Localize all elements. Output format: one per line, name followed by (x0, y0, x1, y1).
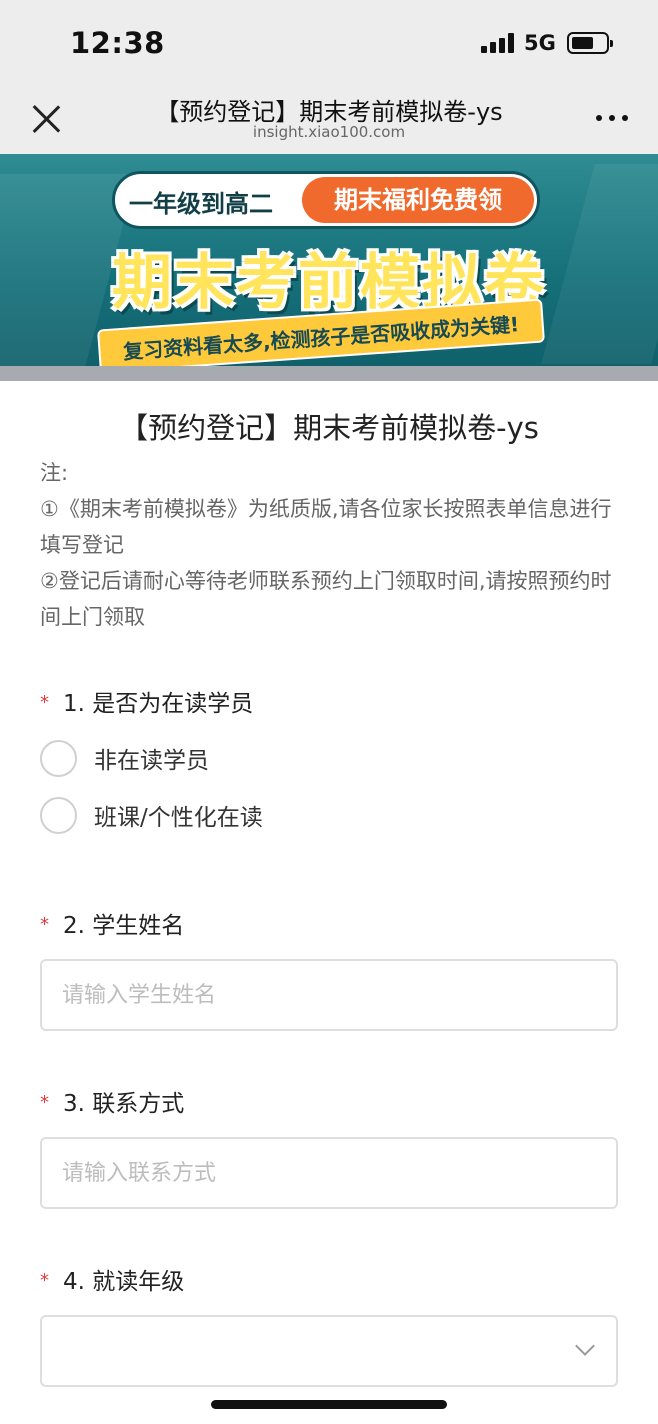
contact-input[interactable] (40, 1137, 618, 1209)
required-mark: * (40, 1092, 49, 1113)
nav-bar: 【预约登记】期末考前模拟卷-ys insight.xiao100.com (0, 88, 658, 154)
radio-option[interactable]: 非在读学员 (40, 739, 209, 777)
required-mark: * (40, 1270, 49, 1291)
question-label: * 3. 联系方式 (40, 1084, 184, 1118)
question-label: * 4. 就读年级 (40, 1262, 184, 1296)
note-line: ①《期末考前模拟卷》为纸质版,请各位家长按照表单信息进行填写登记 (40, 497, 612, 557)
radio-label: 非在读学员 (94, 748, 209, 774)
radio-label: 班课/个性化在读 (94, 805, 263, 831)
form-note: 注: ①《期末考前模拟卷》为纸质版,请各位家长按照表单信息进行填写登记 ②登记后… (40, 455, 620, 635)
more-icon[interactable] (596, 113, 630, 123)
nav-url: insight.xiao100.com (252, 123, 406, 141)
network-type: 5G (524, 31, 556, 55)
banner-pill-left: 一年级到高二 (129, 190, 273, 218)
question-label: * 1. 是否为在读学员 (40, 684, 253, 718)
radio-option[interactable]: 班课/个性化在读 (40, 796, 263, 834)
battery-icon (567, 32, 613, 54)
battery-level (572, 37, 593, 49)
banner-pill-right: 期末福利免费领 (302, 177, 534, 223)
chevron-down-icon (575, 1336, 595, 1356)
question-text: 2. 学生姓名 (63, 913, 185, 939)
banner-pill: 一年级到高二 期末福利免费领 (112, 171, 540, 229)
signal-icon (481, 33, 515, 53)
question-text: 4. 就读年级 (63, 1269, 185, 1295)
radio-button[interactable] (40, 739, 77, 777)
question-text: 1. 是否为在读学员 (63, 691, 254, 717)
required-mark: * (40, 692, 49, 713)
nav-title: 【预约登记】期末考前模拟卷-ys (155, 98, 503, 126)
home-indicator (211, 1400, 447, 1409)
promo-banner: 一年级到高二 期末福利免费领 期末考前模拟卷 复习资料看太多,检测孩子是否吸收成… (0, 154, 658, 381)
banner-divider (0, 366, 658, 381)
note-line: ②登记后请耐心等待老师联系预约上门领取时间,请按照预约时间上门领取 (40, 569, 612, 629)
status-time: 12:38 (70, 26, 165, 60)
question-label: * 2. 学生姓名 (40, 906, 184, 940)
required-mark: * (40, 914, 49, 935)
note-line: 注: (40, 461, 69, 485)
close-icon[interactable] (29, 102, 63, 136)
radio-button[interactable] (40, 796, 77, 834)
status-bar: 12:38 5G (0, 0, 658, 88)
form-title: 【预约登记】期末考前模拟卷-ys (119, 411, 539, 445)
student-name-input[interactable] (40, 959, 618, 1031)
grade-select[interactable] (40, 1315, 618, 1387)
question-text: 3. 联系方式 (63, 1091, 185, 1117)
